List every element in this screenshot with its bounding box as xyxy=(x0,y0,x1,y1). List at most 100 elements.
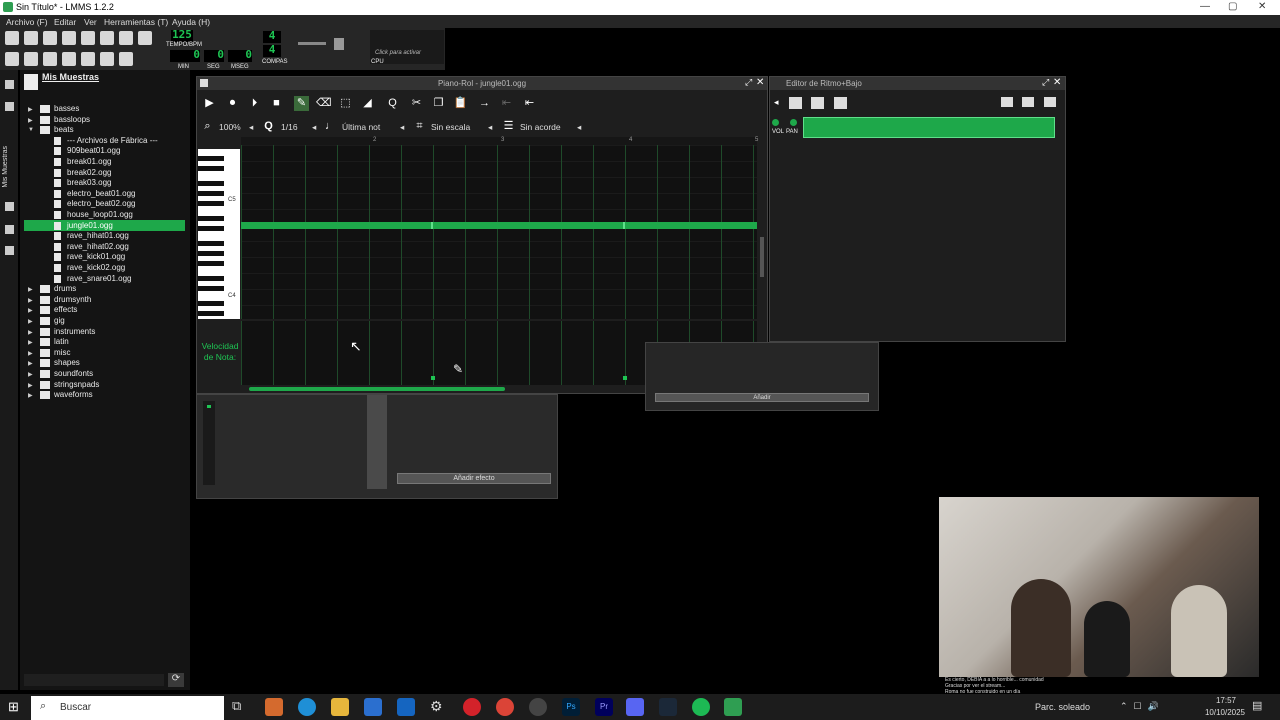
note-bar[interactable] xyxy=(241,222,757,229)
black-key[interactable] xyxy=(198,216,224,221)
folder-item-basses[interactable]: basses xyxy=(54,104,79,113)
expand-arrow-icon[interactable]: ▶ xyxy=(28,117,33,124)
home-tab-icon[interactable] xyxy=(5,225,14,234)
file-explorer-icon[interactable] xyxy=(331,698,349,716)
master-volume-slider[interactable] xyxy=(298,42,326,45)
add-button[interactable]: Añadir xyxy=(655,393,869,402)
menu-ver[interactable]: Ver xyxy=(84,17,97,27)
pitch-bend-mode-button[interactable]: ◢ xyxy=(360,96,375,111)
zoom-arrow-icon[interactable]: ◂ xyxy=(249,122,253,133)
metronome-icon[interactable] xyxy=(138,31,152,45)
menu-editar[interactable]: Editar xyxy=(54,17,76,27)
sample-file-electro-beat01-ogg[interactable]: electro_beat01.ogg xyxy=(67,189,136,198)
system-tray-icons[interactable]: ⌃☐🔊 xyxy=(1120,701,1165,712)
paste-button[interactable]: 📋 xyxy=(453,96,468,111)
skip-back-button[interactable]: ⇤ xyxy=(499,96,514,111)
folder-item-latin[interactable]: latin xyxy=(54,337,69,346)
automation-editor-icon[interactable] xyxy=(62,52,76,66)
black-key[interactable] xyxy=(198,201,224,206)
vertical-scrollbar[interactable] xyxy=(760,237,764,277)
black-key[interactable] xyxy=(198,181,224,186)
copy-button[interactable]: ❐ xyxy=(431,96,446,111)
new-project-icon[interactable] xyxy=(5,31,19,45)
stop-behaviour-button[interactable]: → xyxy=(477,96,492,111)
black-key[interactable] xyxy=(198,276,224,281)
recent-projects-icon[interactable] xyxy=(62,31,76,45)
add-automation-icon[interactable] xyxy=(834,97,847,109)
add-effect-button[interactable]: Añadir efecto xyxy=(397,473,551,484)
chord-select[interactable]: Sin acorde xyxy=(520,122,561,132)
expand-arrow-icon[interactable]: ▶ xyxy=(28,307,33,314)
folder-item-beats[interactable]: beats xyxy=(54,125,74,134)
sample-file-rave-hihat01-ogg[interactable]: rave_hihat01.ogg xyxy=(67,231,129,240)
save-icon[interactable] xyxy=(81,31,95,45)
beat-editor-icon[interactable] xyxy=(24,52,38,66)
my-samples-tab[interactable]: Mis Muestras xyxy=(2,146,9,188)
erase-mode-button[interactable]: ⌫ xyxy=(316,96,332,111)
folder-item-shapes[interactable]: shapes xyxy=(54,358,80,367)
menu-ayuda[interactable]: Ayuda (H) xyxy=(172,17,210,27)
sample-file-electro-beat02-ogg[interactable]: electro_beat02.ogg xyxy=(67,199,136,208)
sample-track-pattern[interactable] xyxy=(803,117,1055,138)
stop-button[interactable]: ■ xyxy=(269,96,284,111)
horizontal-scrollbar[interactable] xyxy=(249,387,505,391)
expand-open-icon[interactable]: ▼ xyxy=(28,127,34,133)
spotify-icon[interactable] xyxy=(692,698,710,716)
notifications-icon[interactable]: ▤ xyxy=(1252,699,1262,712)
folder-item-stringsnpads[interactable]: stringsnpads xyxy=(54,380,99,389)
store-icon[interactable] xyxy=(364,698,382,716)
beat-editor-play-icon[interactable] xyxy=(789,97,802,109)
project-notes-icon[interactable] xyxy=(100,52,114,66)
quantize-button[interactable]: Q xyxy=(385,96,400,111)
play-button[interactable]: ▶ xyxy=(202,96,217,111)
lmms-taskbar-icon[interactable] xyxy=(724,698,742,716)
sample-file-jungle01-ogg[interactable]: jungle01.ogg xyxy=(67,220,113,230)
projects-tab-icon[interactable] xyxy=(5,80,14,89)
remove-steps-icon[interactable] xyxy=(1022,97,1034,107)
menu-herramientas[interactable]: Herramientas (T) xyxy=(104,17,168,27)
maximize-button[interactable]: ▢ xyxy=(1228,1,1237,12)
premiere-icon[interactable]: Pr xyxy=(595,698,613,716)
copilot-icon[interactable] xyxy=(265,698,283,716)
piano-keyboard[interactable]: C5 C4 xyxy=(198,149,240,319)
expand-arrow-icon[interactable]: ▶ xyxy=(28,392,33,399)
edge-icon[interactable] xyxy=(298,698,316,716)
sample-file-909beat01-ogg[interactable]: 909beat01.ogg xyxy=(67,146,120,155)
outlook-icon[interactable] xyxy=(397,698,415,716)
black-key[interactable] xyxy=(198,286,224,291)
tempo-display[interactable]: 125 xyxy=(171,29,193,42)
black-key[interactable] xyxy=(198,251,224,256)
record-while-playing-button[interactable]: ⏵ xyxy=(247,96,262,111)
sample-file-rave-kick01-ogg[interactable]: rave_kick01.ogg xyxy=(67,252,125,261)
folder-item-instruments[interactable]: instruments xyxy=(54,327,95,336)
clone-steps-icon[interactable] xyxy=(1044,97,1056,107)
sample-file-break03-ogg[interactable]: break03.ogg xyxy=(67,178,111,187)
select-mode-button[interactable]: ⬚ xyxy=(338,96,353,111)
expand-arrow-icon[interactable]: ▶ xyxy=(28,350,33,357)
sample-file-break01-ogg[interactable]: break01.ogg xyxy=(67,157,111,166)
minimize-button[interactable]: — xyxy=(1200,1,1210,12)
folder-item-misc[interactable]: misc xyxy=(54,348,70,357)
open-project-icon[interactable] xyxy=(43,31,57,45)
menu-archivo[interactable]: Archivo (F) xyxy=(6,17,48,27)
opera-icon[interactable] xyxy=(463,698,481,716)
export-icon[interactable] xyxy=(100,31,114,45)
timeline-ruler[interactable]: 2 3 4 5 xyxy=(241,137,758,145)
expand-arrow-icon[interactable]: ▶ xyxy=(28,286,33,293)
loop-button[interactable]: ⇤ xyxy=(522,96,537,111)
add-steps-icon[interactable] xyxy=(1001,97,1013,107)
master-pitch-slider[interactable] xyxy=(334,38,344,50)
task-view-icon[interactable]: ⧉ xyxy=(232,698,250,716)
close-button[interactable]: ✕ xyxy=(1258,1,1266,12)
expand-arrow-icon[interactable]: ▶ xyxy=(28,297,33,304)
info-icon[interactable] xyxy=(119,31,133,45)
beat-editor-maximize-button[interactable]: ⤢ xyxy=(1042,77,1049,88)
piano-roll-titlebar[interactable]: Piano-Rol - jungle01.ogg ⤢ ✕ xyxy=(197,77,767,90)
sample-file-rave-kick02-ogg[interactable]: rave_kick02.ogg xyxy=(67,263,125,272)
chord-arrow-icon[interactable]: ◂ xyxy=(577,122,581,133)
piano-roll-maximize-button[interactable]: ⤢ xyxy=(745,77,752,88)
black-key[interactable] xyxy=(198,166,224,171)
start-windows-icon[interactable]: ⊞ xyxy=(8,699,22,714)
velocity-handle[interactable] xyxy=(623,376,627,380)
black-key[interactable] xyxy=(198,261,224,266)
